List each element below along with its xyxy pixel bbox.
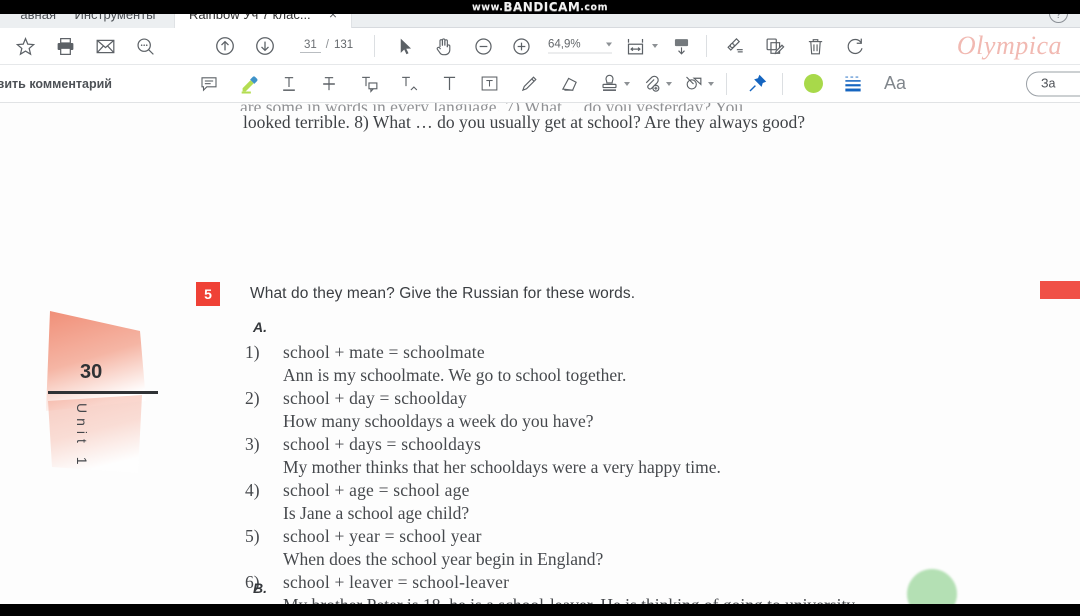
underline-icon[interactable] xyxy=(276,71,302,97)
search-icon[interactable] xyxy=(132,33,158,59)
star-icon[interactable] xyxy=(12,33,38,59)
page-current-input[interactable]: 31 xyxy=(300,39,321,53)
item-sentence: Ann is my schoolmate. We go to school to… xyxy=(283,365,627,385)
stamp-chevron-icon[interactable] xyxy=(624,81,630,86)
annotation-action-button[interactable]: За xyxy=(1026,71,1080,96)
stamp-icon[interactable] xyxy=(596,71,622,97)
shapes-chevron-icon[interactable] xyxy=(708,81,714,86)
pencil-icon[interactable] xyxy=(516,71,542,97)
item-equation: school + leaver = school-leaver xyxy=(283,572,510,592)
item-equation: school + days = schooldays xyxy=(283,434,481,454)
list-item: 5) school + year = school year When does … xyxy=(245,525,1005,571)
annotation-divider-1 xyxy=(726,72,727,95)
item-sentence: My mother thinks that her schooldays wer… xyxy=(283,457,721,477)
item-sentence: My brother Peter is 18, he is a school-l… xyxy=(283,594,1005,604)
next-page-icon[interactable] xyxy=(252,33,278,59)
page-indicator[interactable]: 31 / 131 xyxy=(300,39,353,53)
item-sentence: How many schooldays a week do you have? xyxy=(283,411,594,431)
attach-chevron-icon[interactable] xyxy=(666,81,672,86)
section-label-b: B. xyxy=(253,580,267,596)
toolbar-divider xyxy=(374,35,375,57)
annotation-toolbar: бавить комментарий xyxy=(0,65,1080,103)
unit-label: Unit 1 xyxy=(74,403,90,470)
select-cursor-icon[interactable] xyxy=(392,33,418,59)
page-number-rule xyxy=(48,391,158,394)
text-box-icon[interactable] xyxy=(476,71,502,97)
zoom-out-icon[interactable] xyxy=(470,33,496,59)
list-item: 4) school + age = school age Is Jane a sc… xyxy=(245,479,1005,525)
exercise-item-list: 1) school + mate = schoolmate Ann is my s… xyxy=(245,341,1005,604)
section-label-a: A. xyxy=(253,319,267,335)
text-comment-icon[interactable] xyxy=(356,71,382,97)
top-paragraph: looked terrible. 8) What … do you usuall… xyxy=(243,112,805,132)
annotation-divider-2 xyxy=(782,72,783,95)
page-separator: / xyxy=(325,39,329,51)
list-item: 2) school + day = schoolday How many scho… xyxy=(245,387,1005,433)
insert-text-icon[interactable] xyxy=(396,71,422,97)
attach-icon[interactable] xyxy=(638,71,664,97)
hand-icon[interactable] xyxy=(430,33,456,59)
zoom-in-icon[interactable] xyxy=(508,33,534,59)
line-thickness-icon[interactable] xyxy=(840,71,866,97)
trash-icon[interactable] xyxy=(802,33,828,59)
sticky-note-icon[interactable] xyxy=(196,71,222,97)
item-equation: school + mate = schoolmate xyxy=(283,342,485,362)
item-number: 1) xyxy=(245,342,260,362)
page-total: 131 xyxy=(334,39,354,51)
exercise-title: What do they mean? Give the Russian for … xyxy=(250,285,636,302)
item-equation: school + year = school year xyxy=(283,526,482,546)
item-equation: school + day = schoolday xyxy=(283,388,467,408)
bandicam-prefix: www. xyxy=(472,1,504,13)
shapes-icon[interactable] xyxy=(680,71,706,97)
add-comment-label[interactable]: бавить комментарий xyxy=(0,77,112,91)
page-edge-accent xyxy=(1040,281,1080,299)
eraser-icon[interactable] xyxy=(556,71,582,97)
scroll-mode-icon[interactable] xyxy=(668,33,694,59)
list-item: 3) school + days = schooldays My mother t… xyxy=(245,433,1005,479)
item-number: 2) xyxy=(245,388,260,408)
chevron-down-icon[interactable] xyxy=(606,42,612,47)
bandicam-brand: BANDICAM xyxy=(503,0,581,14)
item-number: 5) xyxy=(245,526,260,546)
item-number: 3) xyxy=(245,434,260,454)
email-icon[interactable] xyxy=(92,33,118,59)
previous-page-icon[interactable] xyxy=(212,33,238,59)
page-number: 30 xyxy=(80,361,103,383)
fit-page-chevron-icon[interactable] xyxy=(652,44,658,48)
document-viewport[interactable]: are some in words in every language. 7) … xyxy=(0,103,1080,604)
main-toolbar: 31 / 131 64,9% Olympica xyxy=(0,28,1080,65)
list-item: 1) school + mate = schoolmate Ann is my s… xyxy=(245,341,1005,387)
font-icon[interactable]: Aa xyxy=(878,71,912,97)
bandicam-suffix: .com xyxy=(580,1,608,13)
fit-page-icon[interactable] xyxy=(618,33,652,59)
pin-icon[interactable] xyxy=(744,71,770,97)
print-icon[interactable] xyxy=(52,33,78,59)
bandicam-watermark: www. BANDICAM .com xyxy=(0,0,1080,14)
zoom-level-value: 64,9% xyxy=(548,38,581,51)
pdf-reader-window: авная Инструменты Rainbow Уч 7 клас... ×… xyxy=(0,0,1080,616)
list-item: 6)school + leaver = school-leaver My bro… xyxy=(245,571,1005,604)
add-text-icon[interactable] xyxy=(436,71,462,97)
page-decoration-shape xyxy=(38,283,208,533)
annotation-action-label: За xyxy=(1041,76,1056,91)
clipped-previous-line: are some in words in every language. 7) … xyxy=(240,103,1030,111)
zoom-level-control[interactable]: 64,9% xyxy=(548,39,612,54)
item-equation: school + age = school age xyxy=(283,480,470,500)
highlighter-icon[interactable] xyxy=(236,71,262,97)
strikethrough-icon[interactable] xyxy=(316,71,342,97)
brand-watermark: Olympica xyxy=(956,31,1062,60)
toolbar-divider-2 xyxy=(706,35,707,57)
recording-bottom-bar xyxy=(0,604,1080,616)
sign-icon[interactable] xyxy=(722,33,748,59)
rotate-icon[interactable] xyxy=(842,33,868,59)
color-swatch[interactable] xyxy=(800,71,826,97)
item-sentence: When does the school year begin in Engla… xyxy=(283,549,604,569)
pdf-page: are some in words in every language. 7) … xyxy=(0,103,1080,604)
item-number: 4) xyxy=(245,480,260,500)
item-sentence: Is Jane a school age child? xyxy=(283,503,470,523)
fill-and-sign-icon[interactable] xyxy=(762,33,788,59)
